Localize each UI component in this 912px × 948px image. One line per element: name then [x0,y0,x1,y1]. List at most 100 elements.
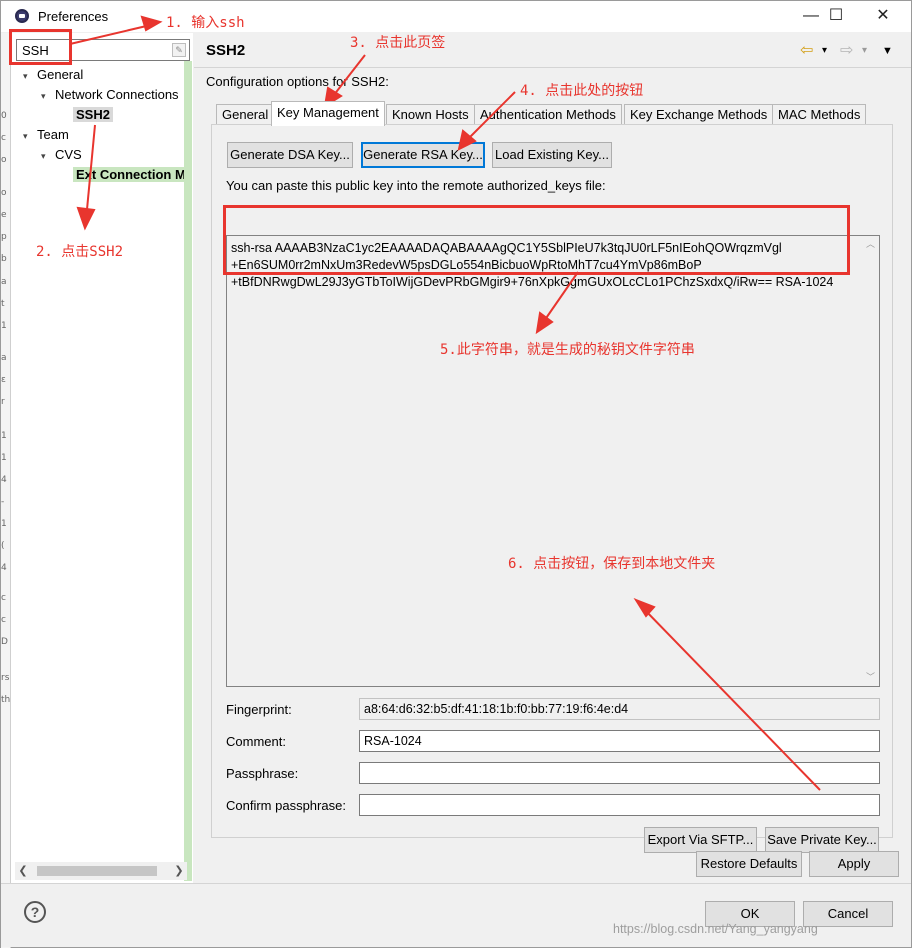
background-window-strip: 0 c o o e p b a t 1 a ε r 1 1 4 - 1 ( 4 … [1,33,11,948]
confirm-passphrase-label: Confirm passphrase: [226,798,346,813]
background-fragment: 1 [1,453,7,463]
preferences-window: Preferences — ☐ ✕ 0 c o o e p b a t 1 a … [0,0,912,948]
preference-tree: ▾ General ▾ Network Connections SSH2 ▾ Team… [13,65,184,865]
background-fragment: a [1,353,7,363]
tree-horizontal-scrollbar[interactable]: ❮ ❯ [15,862,187,880]
background-fragment: o [1,188,7,198]
public-key-textarea[interactable]: ssh-rsa AAAAB3NzaC1yc2EAAAADAQABAAAAgQC1… [226,235,880,687]
passphrase-label: Passphrase: [226,766,299,781]
clear-filter-icon[interactable]: ✎ [172,43,186,57]
tree-item-ssh2[interactable]: SSH2 [73,105,113,125]
tree-item-label: CVS [55,147,82,162]
close-button[interactable]: ✕ [863,4,903,28]
generate-rsa-key-button[interactable]: Generate RSA Key... [361,142,485,168]
tree-item-team[interactable]: ▾ Team [23,125,69,145]
scroll-up-icon[interactable]: ︿ [862,236,879,253]
annotation-box-public-key [223,205,850,275]
tree-item-label: SSH2 [73,107,113,122]
passphrase-field[interactable] [359,762,880,784]
background-fragment: 4 [1,475,7,485]
title-bar: Preferences — ☐ ✕ [1,1,911,32]
scroll-down-icon[interactable]: ﹀ [862,669,879,686]
background-fragment: th [1,695,11,705]
export-via-sftp-button[interactable]: Export Via SFTP... [644,827,757,853]
apply-button[interactable]: Apply [809,851,899,877]
expand-arrow-icon[interactable]: ▾ [41,86,55,106]
background-fragment: ε [1,375,6,385]
background-fragment: c [1,133,6,143]
generate-dsa-key-button[interactable]: Generate DSA Key... [227,142,353,168]
expand-arrow-icon[interactable]: ▾ [23,66,37,86]
preference-page: SSH2 ⇦ ▾ ⇨ ▾ ▼ Configuration options for… [194,33,911,883]
background-fragment: o [1,155,7,165]
annotation-step2: 2. 点击SSH2 [36,244,124,260]
page-description: Configuration options for SSH2: [206,74,389,89]
annotation-step5: 5.此字符串，就是生成的秘钥文件字符串 [440,342,695,358]
page-title: SSH2 [206,42,246,59]
forward-dropdown-icon[interactable]: ▾ [862,41,867,61]
watermark: https://blog.csdn.net/Yang_yangyang [613,922,818,936]
tree-item-ext-connection-method[interactable]: Ext Connection Method [73,165,184,185]
annotation-step1: 1. 输入ssh [166,15,245,31]
annotation-step3: 3. 点击此页签 [350,35,446,51]
eclipse-icon [15,9,29,23]
tab-key-exchange-methods[interactable]: Key Exchange Methods [624,104,774,126]
public-key-scrollbar[interactable]: ︿ ﹀ [862,236,879,686]
confirm-passphrase-field[interactable] [359,794,880,816]
background-fragment: b [1,254,7,264]
preference-tree-panel: SSH ✎ ▾ General ▾ Network Connections SSH2… [11,33,193,883]
load-existing-key-button[interactable]: Load Existing Key... [492,142,612,168]
background-fragment: rs [1,673,10,683]
tree-item-cvs[interactable]: ▾ CVS [41,145,82,165]
background-fragment: t [1,299,5,309]
background-fragment: D [1,637,8,647]
background-fragment: p [1,232,7,242]
background-fragment: c [1,615,6,625]
annotation-step4: 4. 点击此处的按钮 [520,83,644,99]
maximize-button[interactable]: ☐ [816,4,856,28]
view-menu-icon[interactable]: ▼ [882,41,893,61]
tab-key-management[interactable]: Key Management [271,101,385,126]
fingerprint-label: Fingerprint: [226,702,292,717]
tree-item-label: Team [37,127,69,142]
forward-icon[interactable]: ⇨ [840,41,853,61]
background-fragment: r [1,397,5,407]
title-separator [194,67,911,68]
background-fragment: 1 [1,431,7,441]
help-icon[interactable]: ? [24,901,46,923]
restore-defaults-button[interactable]: Restore Defaults [696,851,802,877]
background-fragment: 4 [1,563,7,573]
background-fragment: 1 [1,321,7,331]
back-icon[interactable]: ⇦ [800,41,813,61]
tree-item-label: Ext Connection Method [73,167,184,182]
annotation-box-search [9,29,72,65]
background-fragment: c [1,593,6,603]
expand-arrow-icon[interactable]: ▾ [23,126,37,146]
tab-mac-methods[interactable]: MAC Methods [772,104,867,126]
fingerprint-field: a8:64:d6:32:b5:df:41:18:1b:f0:bb:77:19:f… [359,698,880,720]
background-fragment: - [1,497,5,507]
tree-item-label: Network Connections [55,87,179,102]
comment-field[interactable]: RSA-1024 [359,730,880,752]
annotation-step6: 6. 点击按钮，保存到本地文件夹 [508,556,716,572]
scroll-left-icon[interactable]: ❮ [15,862,31,880]
background-fragment: ( [1,541,5,551]
tree-item-network-connections[interactable]: ▾ Network Connections [41,85,179,105]
tab-general[interactable]: General [216,104,275,126]
save-private-key-button[interactable]: Save Private Key... [765,827,879,853]
background-fragment: 0 [1,111,7,121]
back-dropdown-icon[interactable]: ▾ [822,41,827,61]
scroll-right-icon[interactable]: ❯ [171,862,187,880]
background-fragment: e [1,210,7,220]
public-key-label: You can paste this public key into the r… [226,178,606,193]
tree-item-general[interactable]: ▾ General [23,65,83,85]
expand-arrow-icon[interactable]: ▾ [41,146,55,166]
dialog-button-bar: ? OK Cancel https://blog.csdn.net/Yang_y… [1,883,911,947]
tree-item-label: General [37,67,84,82]
window-title: Preferences [38,9,109,24]
tab-known-hosts[interactable]: Known Hosts [386,104,475,126]
comment-label: Comment: [226,734,286,749]
public-key-line: +tBfDNRwgDwL29J3yGTbToIWijGDevPRbGMgir9+… [231,275,834,289]
tab-authentication-methods[interactable]: Authentication Methods [474,104,622,126]
scroll-thumb[interactable] [37,866,157,876]
